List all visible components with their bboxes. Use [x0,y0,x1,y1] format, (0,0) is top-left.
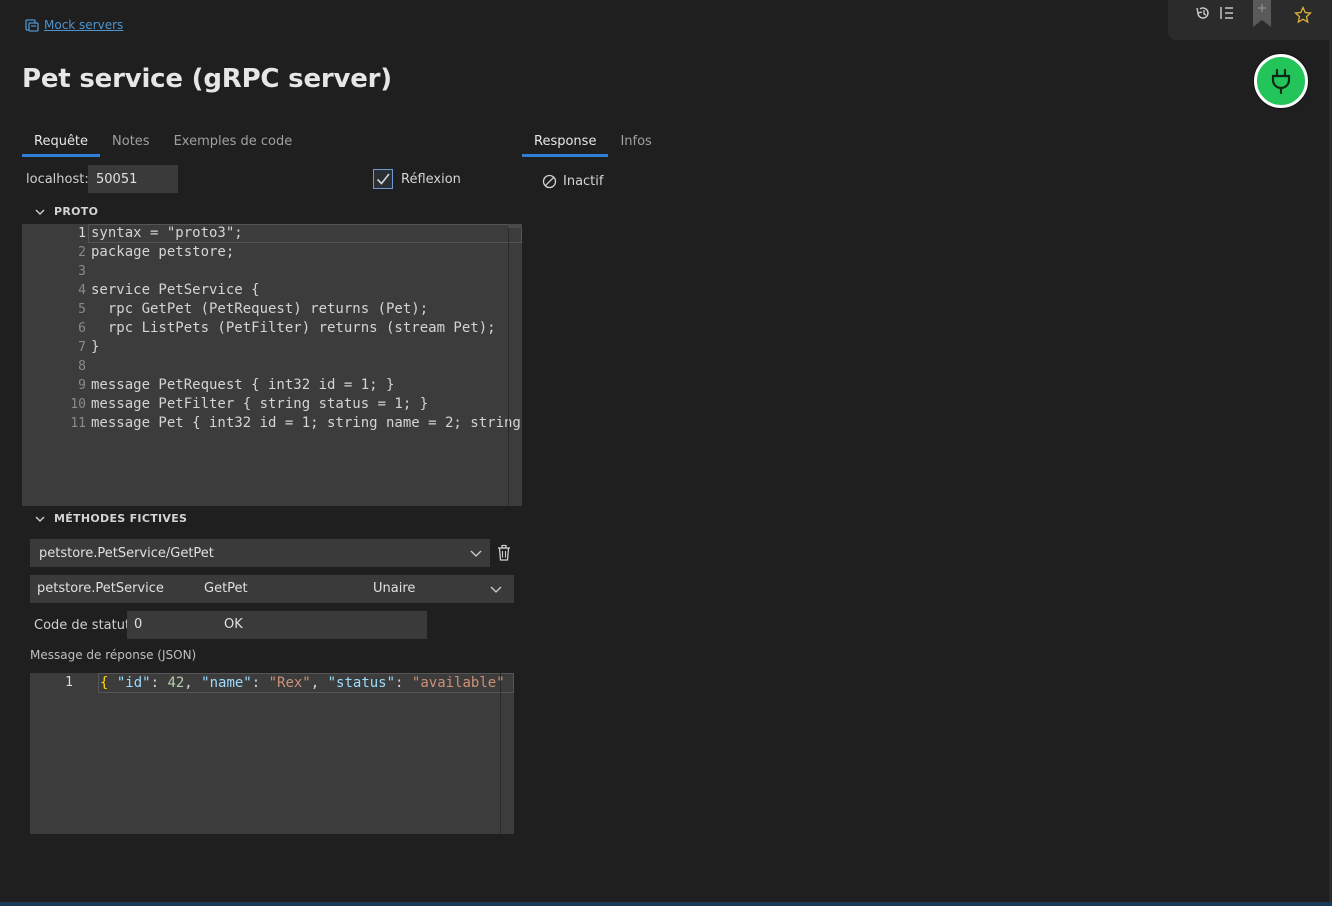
check-icon [376,173,390,185]
trash-icon[interactable] [495,544,513,562]
start-server-button[interactable] [1254,54,1308,108]
method-config-row: petstore.PetService GetPet Unaire [30,575,514,603]
response-json-editor[interactable]: 1 { "id": 42, "name": "Rex", "status": "… [30,673,514,834]
tab-exemples-de-code[interactable]: Exemples de code [162,129,305,157]
method-select[interactable]: petstore.PetService/GetPet [30,539,490,567]
code-line: syntax = "proto3"; [91,225,243,241]
line-gutter: 1 2 3 4 5 6 7 8 9 10 11 [22,224,86,506]
json-token: "id" [116,675,151,691]
service-field[interactable]: petstore.PetService [37,581,164,596]
reflection-checkbox[interactable] [373,169,393,189]
proto-editor[interactable]: 1 2 3 4 5 6 7 8 9 10 11 syntax = "proto3… [22,224,522,506]
methods-section-title: MÉTHODES FICTIVES [54,512,188,525]
mock-server-icon [25,19,39,32]
json-token: : [150,675,168,691]
method-field[interactable]: GetPet [204,581,248,596]
method-select-value: petstore.PetService/GetPet [39,545,214,561]
proto-section-header[interactable]: PROTO [34,205,98,218]
code-line: rpc ListPets (PetFilter) returns (stream… [91,320,496,336]
response-tabs: Response Infos [522,129,664,157]
code-line: message Pet { int32 id = 1; string name … [91,415,521,431]
json-token: , [310,675,328,691]
host-label: localhost: [26,172,89,187]
code-line: package petstore; [91,244,235,260]
line-number: 8 [78,359,86,374]
json-token: "name" [201,675,252,691]
line-number: 2 [78,245,86,260]
code-line: } [91,339,100,355]
response-json-label: Message de réponse (JSON) [30,648,197,662]
top-toolbar [1168,0,1332,40]
tab-infos[interactable]: Infos [608,129,663,157]
method-kind-select[interactable]: Unaire [373,581,415,596]
plug-icon [1271,68,1291,94]
code-line: rpc GetPet (PetRequest) returns (Pet); [91,301,429,317]
json-token: { [100,675,117,691]
port-input[interactable] [88,165,178,193]
code-line: service PetService { [91,282,260,298]
json-token: , [184,675,202,691]
line-number: 5 [78,302,86,317]
bookmark-icon[interactable] [1252,0,1272,28]
editor-scrollbar[interactable] [500,673,514,834]
chevron-down-icon [470,550,482,557]
line-number: 3 [78,264,86,279]
history-icon[interactable] [1194,4,1212,22]
json-token: "Rex" [268,675,311,691]
json-token: 42 [167,675,185,691]
circle-slash-icon [542,174,557,189]
status-code-field[interactable]: 0 OK [127,611,427,639]
mock-servers-link[interactable]: Mock servers [44,18,123,32]
tab-notes[interactable]: Notes [100,129,162,157]
json-token: : [395,675,412,691]
line-number: 4 [78,283,86,298]
code-line: message PetFilter { string status = 1; } [91,396,429,412]
chevron-down-icon [35,516,45,522]
line-number: 1 [65,675,73,690]
tab-response[interactable]: Response [522,129,609,157]
json-token: "status" [327,675,396,691]
scrollbar-thumb[interactable] [508,224,522,228]
proto-section-title: PROTO [54,205,99,218]
chevron-down-icon [35,209,45,215]
reflection-label: Réflexion [401,172,461,187]
line-number: 7 [78,340,86,355]
json-token: : [251,675,269,691]
page-title: Pet service (gRPC server) [22,64,392,94]
line-number: 6 [78,321,86,336]
status-code-label: Code de statut [34,618,131,633]
status-code-value: 0 [134,617,143,632]
tab-requete[interactable]: Requête [22,129,101,157]
server-status: Inactif [542,174,603,189]
line-number: 9 [78,378,86,393]
chevron-down-icon [490,586,502,593]
line-number: 1 [78,226,86,241]
request-tabs: Requête Notes Exemples de code [22,129,304,157]
editor-scrollbar[interactable] [508,224,522,506]
line-number: 11 [70,416,86,431]
methods-section-header[interactable]: MÉTHODES FICTIVES [34,512,187,525]
star-icon[interactable] [1294,6,1312,24]
list-icon[interactable] [1218,4,1236,22]
line-number: 10 [70,397,86,412]
json-token: "available" [411,675,505,691]
status-code-text: OK [224,617,243,632]
code-line: message PetRequest { int32 id = 1; } [91,377,395,393]
server-status-text: Inactif [563,174,604,189]
json-line: { "id": 42, "name": "Rex", "status": "av… [100,673,505,693]
breadcrumb: Mock servers [24,17,123,33]
bottom-status-line [0,902,1332,906]
